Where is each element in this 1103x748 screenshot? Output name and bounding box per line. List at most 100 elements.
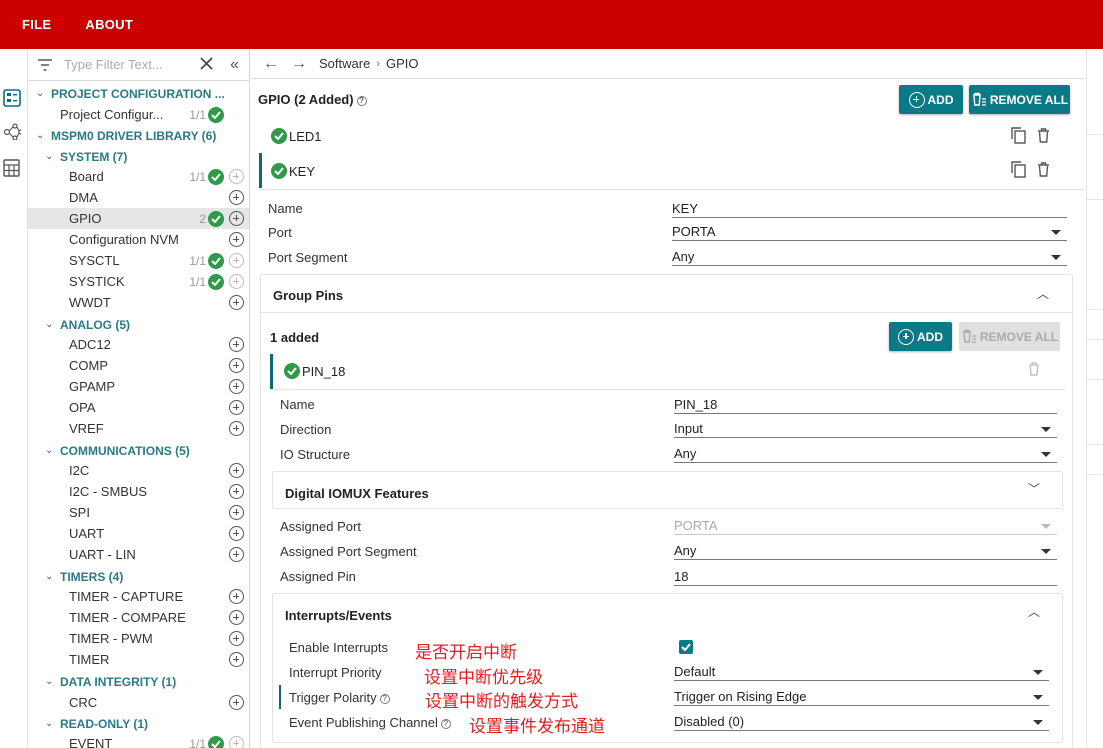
- assigned-pin-input[interactable]: 18: [674, 569, 1057, 586]
- delete-icon[interactable]: [1037, 128, 1050, 143]
- pin-add-button[interactable]: ADD: [889, 322, 952, 351]
- delete-icon[interactable]: [1028, 362, 1040, 376]
- tree-item-sysctl[interactable]: SYSCTL 1/1: [28, 250, 249, 271]
- name-input[interactable]: KEY: [672, 201, 1067, 218]
- instance-key[interactable]: KEY: [271, 155, 315, 187]
- pin-mux-icon[interactable]: [3, 122, 21, 140]
- add-icon[interactable]: [229, 631, 244, 646]
- add-icon[interactable]: [229, 274, 244, 289]
- assigned-segment-select[interactable]: Any: [674, 543, 1057, 560]
- file-menu[interactable]: FILE: [22, 17, 51, 32]
- tree-category-communications[interactable]: ⌄ COMMUNICATIONS (5): [28, 440, 249, 461]
- clear-filter-icon[interactable]: [200, 57, 213, 70]
- tree-item-vref[interactable]: VREF: [28, 418, 249, 439]
- add-icon[interactable]: [229, 505, 244, 520]
- copy-icon[interactable]: [1011, 127, 1026, 144]
- tree-item-gpio[interactable]: GPIO 2: [28, 208, 249, 229]
- tree-item-project-config[interactable]: Project Configur... 1/1: [28, 104, 249, 125]
- add-icon[interactable]: [229, 232, 244, 247]
- tree-category-data-integrity[interactable]: ⌄ DATA INTEGRITY (1): [28, 671, 249, 692]
- gpio-remove-all-button[interactable]: REMOVE ALL: [969, 85, 1070, 114]
- tree-item-adc12[interactable]: ADC12: [28, 334, 249, 355]
- add-icon[interactable]: [229, 484, 244, 499]
- tree-item-timer-pwm[interactable]: TIMER - PWM: [28, 628, 249, 649]
- pin-name-input[interactable]: PIN_18: [674, 397, 1057, 414]
- add-icon[interactable]: [229, 463, 244, 478]
- tree-category-system[interactable]: ⌄ SYSTEM (7): [28, 146, 249, 167]
- group-pins-title[interactable]: Group Pins: [273, 288, 343, 303]
- add-icon[interactable]: [229, 337, 244, 352]
- tree-item-uart-lin[interactable]: UART - LIN: [28, 544, 249, 565]
- io-structure-select[interactable]: Any: [674, 446, 1057, 463]
- chevron-down-icon[interactable]: ﹀: [1028, 480, 1040, 497]
- back-arrow-icon[interactable]: ←: [263, 55, 279, 73]
- tree-item-opa[interactable]: OPA: [28, 397, 249, 418]
- tree-category-analog[interactable]: ⌄ ANALOG (5): [28, 314, 249, 335]
- about-menu[interactable]: ABOUT: [85, 17, 133, 32]
- chevron-up-icon[interactable]: ︿: [1037, 285, 1049, 302]
- interrupt-priority-select[interactable]: Default: [674, 664, 1049, 681]
- tree-item-board[interactable]: Board 1/1: [28, 166, 249, 187]
- interrupts-title[interactable]: Interrupts/Events: [285, 608, 392, 623]
- forward-arrow-icon[interactable]: →: [291, 55, 307, 73]
- add-icon[interactable]: [229, 610, 244, 625]
- help-icon[interactable]: ?: [440, 718, 451, 729]
- tree-item-event[interactable]: EVENT 1/1: [28, 733, 249, 748]
- add-icon[interactable]: [229, 547, 244, 562]
- tree-item-dma[interactable]: DMA: [28, 187, 249, 208]
- tree-item-nvm[interactable]: Configuration NVM: [28, 229, 249, 250]
- breadcrumb-root[interactable]: Software: [319, 56, 370, 71]
- tree-item-i2c-smbus[interactable]: I2C - SMBUS: [28, 481, 249, 502]
- collapse-sidebar-icon[interactable]: «: [230, 56, 239, 74]
- tree-item-comp[interactable]: COMP: [28, 355, 249, 376]
- gpio-add-button[interactable]: ADD: [899, 85, 963, 114]
- tree-item-crc[interactable]: CRC: [28, 692, 249, 713]
- tree-category-driver[interactable]: ⌄ MSPM0 DRIVER LIBRARY (6): [28, 125, 249, 146]
- trigger-polarity-select[interactable]: Trigger on Rising Edge: [674, 689, 1049, 706]
- tree-item-systick[interactable]: SYSTICK 1/1: [28, 271, 249, 292]
- add-icon[interactable]: [229, 421, 244, 436]
- add-icon[interactable]: [229, 526, 244, 541]
- tree-item-uart[interactable]: UART: [28, 523, 249, 544]
- add-icon[interactable]: [229, 295, 244, 310]
- tree-category-read-only[interactable]: ⌄ READ-ONLY (1): [28, 713, 249, 734]
- chevron-up-icon[interactable]: ︿: [1028, 603, 1040, 620]
- port-select[interactable]: PORTA: [672, 224, 1067, 241]
- delete-icon[interactable]: [1037, 162, 1050, 177]
- enable-interrupts-checkbox[interactable]: [679, 640, 693, 654]
- tree-item-wwdt[interactable]: WWDT: [28, 292, 249, 313]
- add-icon[interactable]: [229, 169, 244, 184]
- pin-remove-all-button[interactable]: REMOVE ALL: [959, 322, 1060, 351]
- tree-item-timer[interactable]: TIMER: [28, 649, 249, 670]
- calculator-icon[interactable]: [3, 159, 21, 177]
- event-channel-select[interactable]: Disabled (0): [674, 714, 1049, 731]
- tree-item-spi[interactable]: SPI: [28, 502, 249, 523]
- add-icon[interactable]: [229, 190, 244, 205]
- add-icon[interactable]: [229, 736, 244, 748]
- tree-category-project[interactable]: ⌄ PROJECT CONFIGURATION ...: [28, 83, 249, 104]
- port-segment-select[interactable]: Any: [672, 249, 1067, 266]
- add-icon[interactable]: [229, 400, 244, 415]
- add-icon[interactable]: [229, 695, 244, 710]
- add-icon[interactable]: [229, 589, 244, 604]
- iomux-title[interactable]: Digital IOMUX Features: [285, 486, 429, 501]
- filter-input[interactable]: [64, 57, 184, 72]
- add-icon[interactable]: [229, 652, 244, 667]
- help-icon[interactable]: ?: [379, 693, 390, 704]
- tree-category-timers[interactable]: ⌄ TIMERS (4): [28, 566, 249, 587]
- help-icon[interactable]: ?: [356, 95, 367, 106]
- pin-instance[interactable]: PIN_18: [284, 355, 345, 387]
- add-icon[interactable]: [229, 358, 244, 373]
- software-view-icon[interactable]: [3, 89, 21, 107]
- instance-led1[interactable]: LED1: [271, 120, 322, 152]
- remove-all-icon: [972, 92, 986, 106]
- add-icon[interactable]: [229, 253, 244, 268]
- tree-item-gpamp[interactable]: GPAMP: [28, 376, 249, 397]
- tree-item-timer-capture[interactable]: TIMER - CAPTURE: [28, 586, 249, 607]
- direction-select[interactable]: Input: [674, 421, 1057, 438]
- add-icon[interactable]: [229, 379, 244, 394]
- tree-item-i2c[interactable]: I2C: [28, 460, 249, 481]
- copy-icon[interactable]: [1011, 161, 1026, 178]
- add-icon[interactable]: [229, 211, 244, 226]
- tree-item-timer-compare[interactable]: TIMER - COMPARE: [28, 607, 249, 628]
